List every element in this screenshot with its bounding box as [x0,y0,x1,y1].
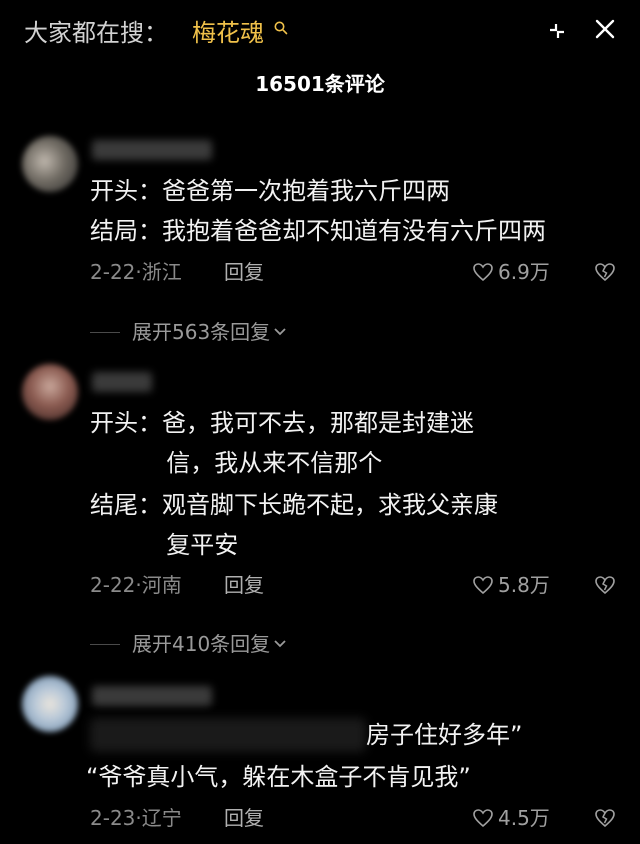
avatar[interactable] [22,136,78,192]
search-keyword-link[interactable]: 梅花魂 [192,16,264,50]
search-prefix-label: 大家都在搜： [24,19,168,47]
comment-date-location: 2-22·浙江 [90,260,182,284]
username-blurred[interactable] [92,686,212,706]
close-icon[interactable] [590,14,620,44]
like-count: 6.9万 [498,260,550,284]
username-blurred[interactable] [92,140,212,160]
broken-heart-icon[interactable] [594,807,616,829]
chevron-down-icon [274,640,286,648]
comment-text-line: 开头：爸，我可不去，那都是封建迷 [90,409,474,437]
chevron-down-icon [274,328,286,336]
comments-page: 大家都在搜： 梅花魂 16501条评论 开头：爸爸第一次抱着我六斤四两 结局：我… [0,0,640,844]
comment-text-line: 开头：爸爸第一次抱着我六斤四两 [90,177,450,205]
comment-text-line: 复平安 [90,531,239,559]
expand-replies-label: 展开563条回复 [132,320,271,344]
expand-replies-button[interactable]: 展开563条回复 [90,318,288,346]
like-count: 4.5万 [498,806,550,830]
heart-icon [473,263,493,282]
like-count: 5.8万 [498,573,550,597]
broken-heart-icon[interactable] [594,261,616,283]
comment-text-line: “爷爷真小气，躲在木盒子不肯见我” [86,763,471,791]
comment-text-line: 结尾：观音脚下长跪不起，求我父亲康 [90,491,498,519]
like-button[interactable]: 6.9万 [472,258,550,286]
avatar[interactable] [22,364,78,420]
expand-divider [90,643,120,645]
blurred-text-region [90,718,366,752]
comment-text-line: 信，我从来不信那个 [90,449,383,477]
like-button[interactable]: 4.5万 [472,804,550,832]
search-icon[interactable] [273,20,289,36]
expand-replies-button[interactable]: 展开410条回复 [90,630,288,658]
heart-icon [473,809,493,828]
heart-icon [473,576,493,595]
reply-button[interactable]: 回复 [224,571,264,599]
comment-date-location: 2-22·河南 [90,573,182,597]
like-button[interactable]: 5.8万 [472,571,550,599]
expand-divider [90,331,120,333]
comment-date-location: 2-23·辽宁 [90,806,182,830]
comment-text-line: 结局：我抱着爸爸却不知道有没有六斤四两 [90,217,546,245]
reply-button[interactable]: 回复 [224,804,264,832]
search-suggestion-bar: 大家都在搜： 梅花魂 [0,0,640,66]
comment-count-title: 16501条评论 [255,72,385,96]
username-blurred[interactable] [92,372,152,392]
reply-button[interactable]: 回复 [224,258,264,286]
shrink-icon[interactable] [542,16,572,46]
expand-replies-label: 展开410条回复 [132,632,271,656]
broken-heart-icon[interactable] [594,574,616,596]
avatar[interactable] [22,676,78,732]
comment-text-line: 房子住好多年” [366,721,523,749]
